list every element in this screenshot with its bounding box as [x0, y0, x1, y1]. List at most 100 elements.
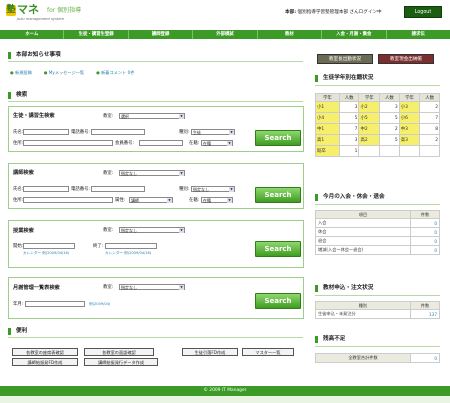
nav-item-teacher-register[interactable]: 講師登録: [129, 30, 194, 39]
item-cell: 増減(入会ー休会ー退会): [315, 245, 411, 255]
withdrawal-fd-button[interactable]: 生徒引落FD作成: [182, 348, 238, 356]
teacher-search-title: 講師検索: [13, 170, 34, 176]
phone-input[interactable]: [91, 186, 145, 192]
phone-label: 電話番号:: [71, 130, 91, 135]
start-date-input[interactable]: [23, 243, 75, 249]
table-row: 入会 0: [315, 218, 440, 228]
role-label: 属性:: [115, 198, 126, 203]
kind-label: 種別:: [179, 187, 190, 192]
logout-button[interactable]: Logout: [404, 6, 442, 18]
logo-tagline: Juku management system: [17, 17, 65, 21]
status-select[interactable]: 在籍: [201, 197, 233, 203]
count-header: 人数: [338, 93, 360, 102]
start-calendar-link[interactable]: カレンダー 例(2009/04/16): [23, 251, 69, 256]
divider: [315, 295, 440, 296]
news-links: ● 新規投稿 ● Myメッセージ一覧 ● 新着コメント 0件: [10, 70, 134, 76]
grade-cell: 高3: [398, 134, 421, 146]
interview-button[interactable]: 各教室の面談確認: [84, 348, 154, 356]
count-cell: 7: [419, 112, 440, 124]
count-cell: 3: [338, 101, 360, 113]
address-label: 住所:: [13, 141, 24, 146]
grade-cell: 中1: [315, 123, 340, 135]
divider: [8, 337, 303, 338]
lesson-search-button[interactable]: Search: [255, 241, 301, 257]
month-label: 年月:: [13, 302, 24, 307]
divider: [8, 101, 303, 102]
name-input[interactable]: [23, 186, 69, 192]
count-cell: 3: [378, 101, 400, 113]
grade-cell: 高2: [358, 134, 380, 146]
address-input[interactable]: [23, 197, 113, 203]
nav-item-mock-exam[interactable]: 外部模試: [193, 30, 258, 39]
table-row: 退会 0: [315, 236, 440, 246]
count-link[interactable]: 0: [410, 218, 440, 228]
divider: [315, 204, 440, 205]
name-input[interactable]: [23, 129, 69, 135]
table-row: 中1 7 中2 2 中3 8: [315, 123, 440, 135]
new-comments-count: 0件: [127, 70, 135, 75]
seat-chart-button[interactable]: 各教室の座席表確認: [12, 348, 78, 356]
grade-cell: 中3: [398, 123, 421, 135]
phone-input[interactable]: [91, 129, 145, 135]
classroom-label: 教室:: [103, 114, 114, 119]
teacher-salary-data-button[interactable]: 講師給振発行データ作成: [84, 358, 158, 366]
grade-cell: 小2: [358, 101, 380, 113]
name-label: 氏名:: [13, 130, 24, 135]
month-input[interactable]: [25, 301, 85, 307]
new-comments-link[interactable]: ● 新着コメント 0件: [96, 70, 134, 76]
count-link[interactable]: 0: [410, 227, 440, 237]
empty-cell: [419, 145, 440, 157]
nav-item-student-register[interactable]: 生徒・講習生登録: [64, 30, 129, 39]
count-header: 人数: [419, 93, 440, 102]
my-messages-link[interactable]: ● Myメッセージ一覧: [44, 70, 84, 76]
grade-cell: 小4: [315, 112, 340, 124]
logo-suffix: for 個別指導: [47, 7, 82, 14]
student-search-button[interactable]: Search: [255, 130, 301, 146]
name-label: 氏名:: [13, 187, 24, 192]
classroom-select[interactable]: 指定なし: [119, 227, 185, 233]
count-cell: 1: [338, 145, 360, 157]
end-label: 終了:: [93, 244, 104, 249]
lesson-search-panel: 授業検索 教室: 指定なし 開始: 終了: カレンダー 例(2009/04/16…: [8, 220, 304, 268]
main-nav: ホーム 生徒・講習生登録 講師登録 外部模試 教材 入金・月謝・集金 請求伝: [0, 30, 450, 39]
nav-item-payments[interactable]: 入金・月謝・集金: [322, 30, 387, 39]
table-row: 既卒 1: [315, 145, 440, 157]
logo-text: マネ: [17, 3, 39, 16]
classroom-select[interactable]: 選択: [119, 113, 185, 119]
role-select[interactable]: 講師: [129, 197, 173, 203]
nav-item-materials[interactable]: 教材: [258, 30, 323, 39]
table-row: 全教室合計件数 0: [315, 353, 440, 363]
teacher-search-button[interactable]: Search: [255, 187, 301, 203]
nav-item-billing[interactable]: 請求伝: [387, 30, 450, 39]
lesson-search-title: 授業検索: [13, 228, 34, 234]
end-calendar-link[interactable]: カレンダー 例(2009/04/16): [105, 251, 151, 256]
kind-select[interactable]: 生徒: [191, 129, 235, 135]
monthly-search-button[interactable]: Search: [255, 293, 301, 309]
new-post-link[interactable]: ● 新規投稿: [10, 70, 32, 76]
count-link[interactable]: 0: [410, 236, 440, 246]
member-label: 会員番号:: [115, 141, 135, 146]
grade-cell: 小5: [358, 112, 380, 124]
classroom-select[interactable]: 指定なし: [119, 284, 185, 290]
month-hint: 例(2009/04): [89, 302, 111, 306]
classroom-attendance-button[interactable]: 教室長出勤状況: [317, 54, 373, 64]
master-list-button[interactable]: マスター一覧: [242, 348, 294, 356]
grade-header: 学年: [398, 93, 421, 102]
teacher-salary-fd-button[interactable]: 講師給振発FD作成: [12, 358, 78, 366]
kind-select[interactable]: 指定なし: [191, 186, 235, 192]
user-text: 個別指導学習塾管理本部 さんログイン中: [297, 10, 382, 15]
material-table: 種別 件数 生徒申込・未発注分 137: [315, 301, 440, 319]
grade-header: 学年: [315, 93, 340, 102]
classroom-select[interactable]: 指定なし: [119, 170, 185, 176]
item-cell: 生徒申込・未発注分: [315, 309, 411, 319]
status-select[interactable]: 在籍: [201, 140, 233, 146]
count-link[interactable]: 137: [410, 309, 440, 319]
member-input[interactable]: [139, 140, 183, 146]
end-date-input[interactable]: [105, 243, 157, 249]
cash-ledger-button[interactable]: 教室現金出納帳: [378, 54, 434, 64]
count-link[interactable]: 0: [410, 353, 440, 363]
nav-item-home[interactable]: ホーム: [0, 30, 65, 39]
count-cell: 2: [378, 123, 400, 135]
count-link[interactable]: 0: [410, 245, 440, 255]
address-input[interactable]: [23, 140, 113, 146]
